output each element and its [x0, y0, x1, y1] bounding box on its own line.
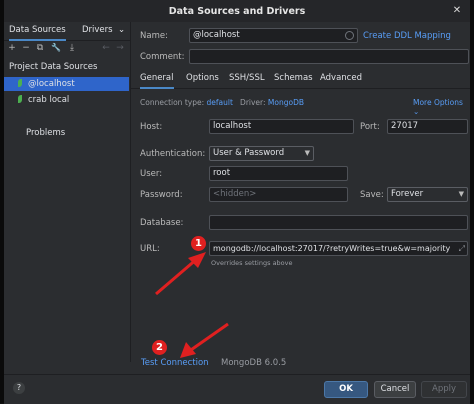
port-label: Port:: [360, 122, 380, 132]
comment-label: Comment:: [140, 52, 185, 62]
sidebar-item-localhost[interactable]: @localhost: [4, 77, 129, 91]
name-field[interactable]: @localhost: [189, 28, 358, 43]
sidebar: Data Sources Drivers ⌄ + − ⧉ 🔧 ⤓ ← → Pro…: [4, 22, 131, 362]
password-label: Password:: [140, 190, 183, 200]
save-select[interactable]: Forever ▼: [387, 187, 468, 202]
annotation-badge-2: 2: [152, 340, 167, 355]
tab-options[interactable]: Options: [186, 70, 219, 87]
help-icon[interactable]: ?: [13, 382, 25, 394]
user-label: User:: [140, 169, 163, 179]
settings-tabs: General Options SSH/SSL Schemas Advanced: [131, 70, 470, 89]
tab-data-sources[interactable]: Data Sources: [9, 22, 66, 41]
chevron-down-icon: ▼: [458, 190, 464, 198]
database-field[interactable]: [209, 215, 468, 230]
tab-general[interactable]: General: [140, 70, 174, 89]
chevron-down-icon: ▼: [304, 149, 310, 157]
ok-button[interactable]: OK: [324, 381, 368, 398]
url-value: mongodb://localhost:27017/?retryWrites=t…: [213, 244, 451, 253]
url-note: Overrides settings above: [211, 259, 293, 267]
driver-value[interactable]: MongoDB: [268, 98, 304, 107]
bottom-bar: ? OK Cancel Apply: [4, 374, 470, 404]
sidebar-item-label: crab local: [28, 95, 70, 105]
password-field[interactable]: <hidden>: [209, 187, 348, 202]
back-arrow-icon[interactable]: ←: [100, 42, 112, 54]
remove-icon[interactable]: −: [20, 42, 32, 54]
window-title: Data Sources and Drivers: [168, 5, 306, 17]
port-field[interactable]: 27017: [387, 119, 468, 134]
dialog-window: Data Sources and Drivers ✕ Data Sources …: [4, 0, 470, 404]
forward-arrow-icon[interactable]: →: [114, 42, 126, 54]
save-value: Forever: [391, 189, 424, 199]
cancel-button[interactable]: Cancel: [374, 381, 416, 398]
sidebar-toolbar: + − ⧉ 🔧 ⤓ ← →: [4, 41, 130, 55]
connection-type-value[interactable]: default: [207, 98, 233, 107]
user-field[interactable]: root: [209, 166, 348, 181]
host-field[interactable]: localhost: [209, 119, 354, 134]
sidebar-tabs: Data Sources Drivers ⌄: [4, 22, 130, 41]
add-icon[interactable]: +: [6, 42, 18, 54]
url-field[interactable]: mongodb://localhost:27017/?retryWrites=t…: [209, 241, 468, 256]
tab-ssh-ssl[interactable]: SSH/SSL: [229, 70, 265, 87]
close-icon[interactable]: ✕: [450, 4, 464, 18]
more-options-link[interactable]: More Options ⌄: [413, 98, 470, 116]
authentication-select[interactable]: User & Password ▼: [209, 146, 314, 161]
host-label: Host:: [140, 122, 163, 132]
name-value: @localhost: [193, 30, 240, 40]
database-label: Database:: [140, 218, 184, 228]
authentication-value: User & Password: [213, 148, 285, 158]
tab-schemas[interactable]: Schemas: [274, 70, 313, 87]
connection-type-label: Connection type:: [140, 98, 205, 107]
sidebar-item-label: @localhost: [28, 79, 75, 89]
import-icon[interactable]: ⤓: [66, 42, 78, 54]
more-options-label: More Options: [413, 98, 463, 107]
main-panel: Name: @localhost Create DDL Mapping Comm…: [131, 22, 470, 368]
annotation-arrow-1: [155, 252, 206, 296]
chevron-down-icon[interactable]: ⌄: [118, 22, 125, 39]
create-ddl-mapping-link[interactable]: Create DDL Mapping: [363, 31, 451, 41]
chevron-down-icon: ⌄: [413, 107, 420, 116]
right-edge: [470, 0, 474, 403]
connection-type-row: Connection type: default Driver: MongoDB: [140, 98, 304, 107]
circle-icon: [345, 31, 354, 40]
annotation-arrow-2: [180, 322, 229, 358]
save-label: Save:: [360, 190, 384, 200]
copy-icon[interactable]: ⧉: [34, 42, 46, 54]
expand-icon[interactable]: ⤢: [456, 242, 465, 255]
wrench-icon[interactable]: 🔧: [50, 42, 62, 54]
project-data-sources-heading: Project Data Sources: [9, 62, 98, 72]
authentication-label: Authentication:: [140, 149, 206, 159]
title-bar: Data Sources and Drivers ✕: [4, 0, 470, 22]
apply-button[interactable]: Apply: [421, 381, 467, 398]
sidebar-item-crab-local[interactable]: crab local: [4, 93, 129, 107]
driver-label: Driver:: [240, 98, 266, 107]
leaf-icon: [18, 79, 22, 87]
name-label: Name:: [140, 31, 168, 41]
problems-item[interactable]: Problems: [26, 128, 65, 138]
tab-advanced[interactable]: Advanced: [320, 70, 362, 87]
tab-drivers[interactable]: Drivers: [82, 22, 113, 39]
leaf-icon: [18, 95, 22, 103]
comment-field[interactable]: [189, 49, 469, 64]
